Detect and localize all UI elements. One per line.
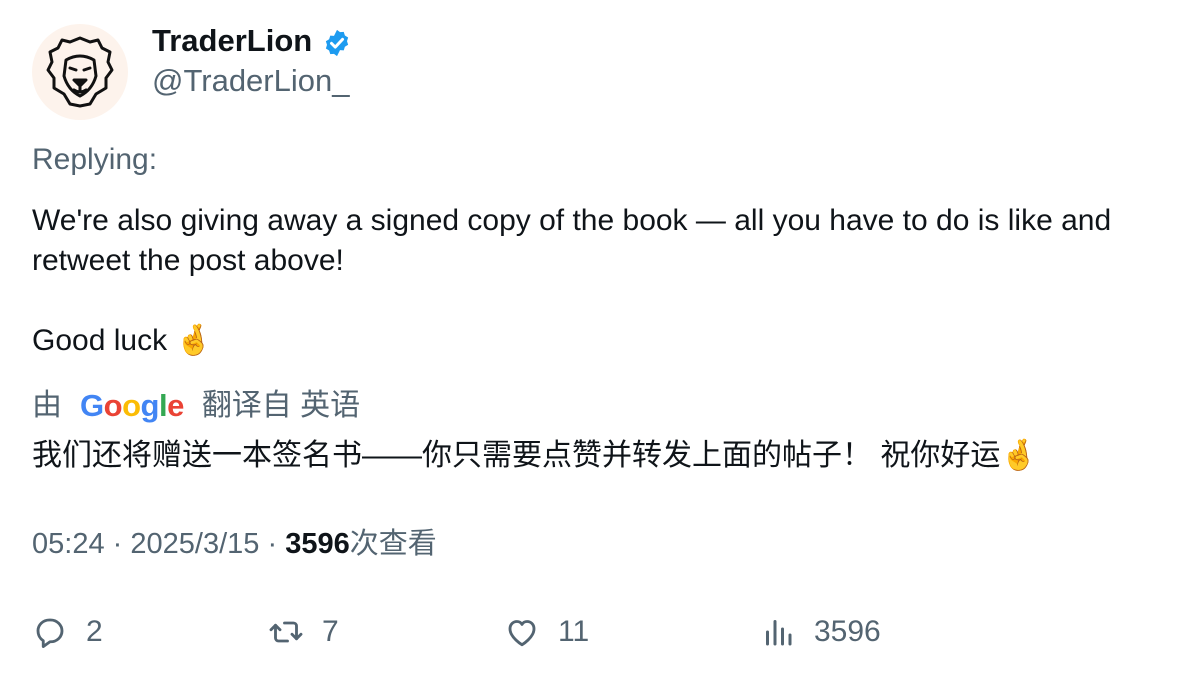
tweet-meta: 05:24 · 2025/3/15 · 3596次查看 xyxy=(32,524,437,564)
tweet-date[interactable]: 2025/3/15 xyxy=(130,528,259,560)
google-logo[interactable]: Google xyxy=(80,386,184,426)
views-action-count: 3596 xyxy=(814,615,881,648)
tweet-paragraph: Good luck 🤞 xyxy=(32,324,213,357)
tweet-paragraph: We're also giving away a signed copy of … xyxy=(32,204,1112,277)
tweet-text: We're also giving away a signed copy of … xyxy=(32,201,1152,361)
views-count: 3596 xyxy=(285,528,350,560)
replying-label: Replying: xyxy=(32,143,158,176)
verified-badge-icon[interactable] xyxy=(322,28,352,58)
retweet-count: 7 xyxy=(322,615,339,648)
lion-logo xyxy=(46,36,114,108)
views-label: 次查看 xyxy=(349,528,437,560)
author-handle[interactable]: @TraderLion_ xyxy=(152,62,349,100)
like-count: 11 xyxy=(558,615,590,648)
retweet-button[interactable]: 7 xyxy=(268,606,339,658)
meta-separator: · xyxy=(267,528,278,560)
author-name-row: TraderLion xyxy=(152,22,352,60)
action-bar: 2 7 11 3596 xyxy=(0,606,1196,658)
translation-suffix: 翻译自 英语 xyxy=(201,389,361,422)
tweet-time[interactable]: 05:24 xyxy=(32,528,105,560)
author-display-name[interactable]: TraderLion xyxy=(152,22,312,60)
views-button[interactable]: 3596 xyxy=(760,606,881,658)
translated-text: 我们还将赠送一本签名书——你只需要点赞并转发上面的帖子！ 祝你好运🤞 xyxy=(32,439,1038,472)
reply-button[interactable]: 2 xyxy=(32,606,103,658)
translated-by-line: 由 Google 翻译自 英语 xyxy=(32,386,360,426)
analytics-icon xyxy=(766,620,792,646)
meta-separator: · xyxy=(112,528,123,560)
heart-icon xyxy=(508,620,536,647)
retweet-icon xyxy=(269,621,303,643)
translation-prefix: 由 xyxy=(32,389,62,422)
reply-icon xyxy=(36,618,64,648)
like-button[interactable]: 11 xyxy=(504,606,589,658)
reply-count: 2 xyxy=(86,615,103,648)
avatar[interactable] xyxy=(32,24,128,120)
